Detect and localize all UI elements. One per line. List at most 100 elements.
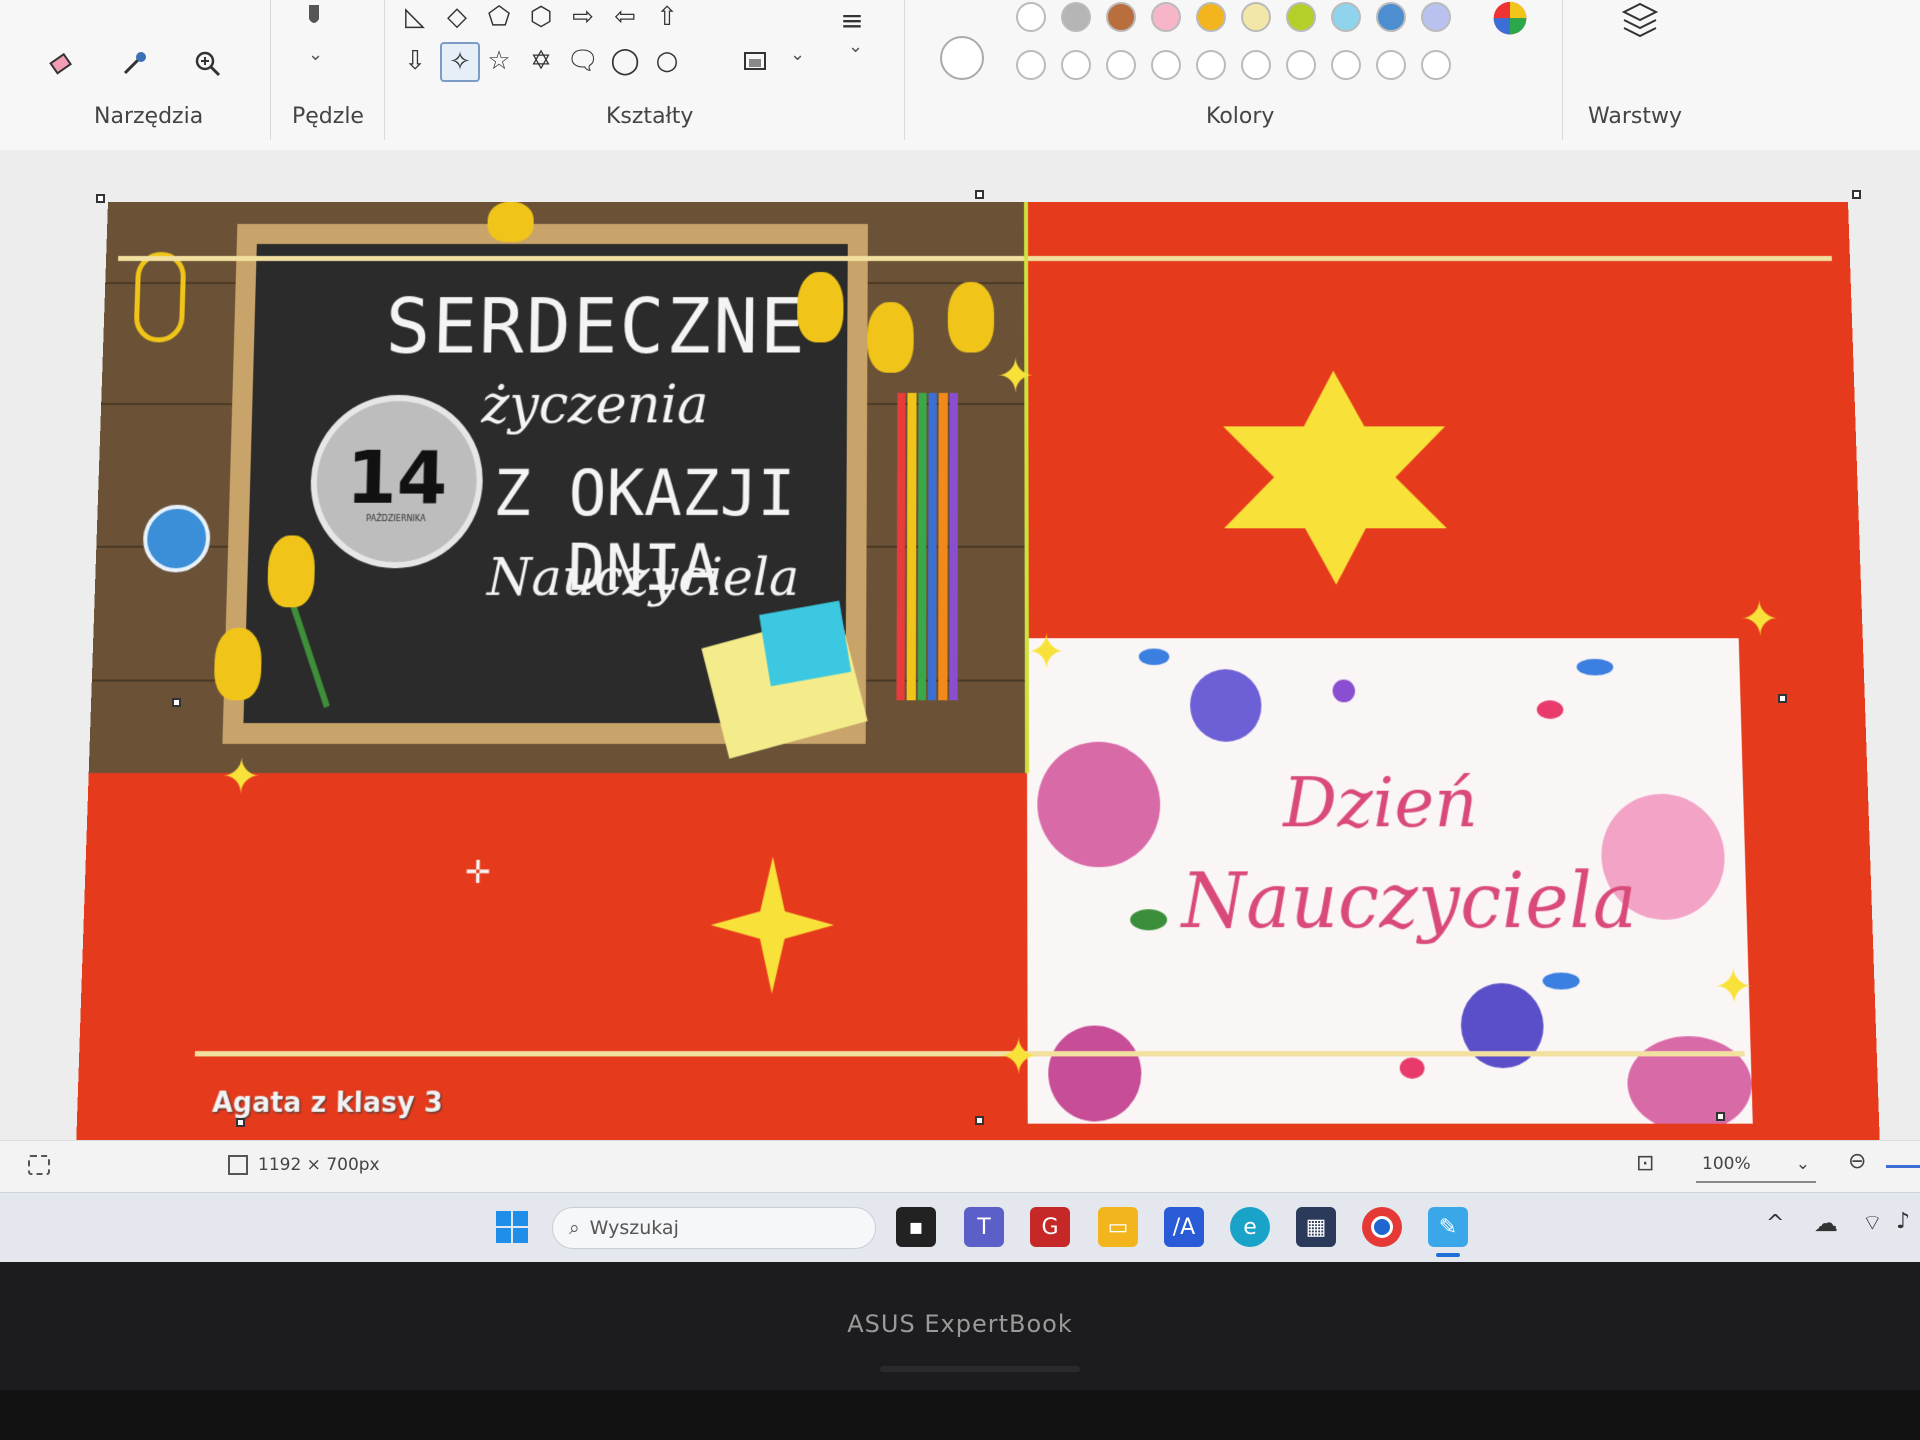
sparkle-icon: ✦ — [998, 1027, 1039, 1086]
magnifier-icon[interactable] — [188, 44, 228, 84]
tulip-decoration — [947, 282, 995, 353]
color-swatch[interactable] — [1106, 2, 1136, 32]
callout-oval-shape-icon[interactable]: ◯ — [608, 44, 642, 78]
zoom-out-icon[interactable]: ⊖ — [1848, 1149, 1866, 1174]
teams-icon[interactable]: T — [964, 1207, 1004, 1247]
tulip-decoration — [213, 627, 263, 701]
arrow-up-shape-icon[interactable]: ⇧ — [650, 0, 684, 34]
wifi-icon[interactable]: ⌔ — [1862, 1209, 1883, 1237]
edge-browser-icon[interactable]: e — [1230, 1207, 1270, 1247]
line-size-icon[interactable]: ≡ — [832, 0, 872, 40]
brush-icon[interactable] — [294, 0, 334, 40]
colors-group-label: Kolory — [1206, 104, 1275, 129]
petal-decoration — [1542, 972, 1580, 990]
color-swatch[interactable] — [1241, 2, 1271, 32]
canvas-dimensions: 1192 × 700px — [258, 1155, 380, 1175]
hexagon-shape-icon[interactable]: ⬡ — [524, 0, 558, 34]
color-swatch[interactable] — [1331, 2, 1361, 32]
pentagon-shape-icon[interactable]: ⬠ — [482, 0, 516, 34]
resize-handle[interactable] — [1778, 694, 1787, 703]
separator — [1562, 0, 1563, 140]
layers-icon[interactable] — [1620, 0, 1660, 40]
diamond-shape-icon[interactable]: ◇ — [440, 0, 474, 34]
color-swatch[interactable] — [1196, 50, 1226, 80]
resize-handle[interactable] — [975, 1116, 984, 1125]
signature-text[interactable]: Agata z klasy 3 — [212, 1087, 443, 1119]
resize-handle[interactable] — [236, 1118, 245, 1127]
color-swatch[interactable] — [1376, 50, 1406, 80]
size-dropdown-chevron-icon[interactable]: ⌄ — [848, 36, 863, 57]
right-triangle-shape-icon[interactable]: ◺ — [398, 0, 432, 34]
flower-decoration — [1626, 1036, 1753, 1124]
resize-handle[interactable] — [975, 190, 984, 199]
six-point-star-shape-icon[interactable]: ✡ — [524, 44, 558, 78]
zoom-slider[interactable] — [1886, 1165, 1920, 1168]
color-swatch[interactable] — [1016, 50, 1046, 80]
color-swatch[interactable] — [1421, 50, 1451, 80]
scissors-decoration — [133, 251, 187, 343]
eraser-icon[interactable] — [42, 44, 82, 84]
color-swatch[interactable] — [1151, 50, 1181, 80]
antivirus-shield-icon[interactable]: G — [1030, 1207, 1070, 1247]
laptop-brand-label: ASUS ExpertBook — [847, 1310, 1073, 1338]
canvas-area[interactable]: SERDECZNE życzenia Z OKAZJI DNIA Nauczyc… — [0, 150, 1920, 1150]
card-image[interactable]: SERDECZNE życzenia Z OKAZJI DNIA Nauczyc… — [75, 202, 1881, 1150]
status-bar: 1192 × 700px ⊡ 100% ⌄ ⊖ — [0, 1140, 1920, 1193]
zoom-dropdown[interactable]: 100% ⌄ — [1696, 1147, 1816, 1183]
color-swatch[interactable] — [1286, 2, 1316, 32]
onedrive-cloud-icon[interactable]: ☁ — [1814, 1209, 1838, 1237]
color-swatch[interactable] — [1376, 2, 1406, 32]
brush-dropdown-chevron-icon[interactable]: ⌄ — [308, 44, 323, 65]
paint-app-icon[interactable]: ✎ — [1428, 1207, 1468, 1247]
color-swatch[interactable] — [1061, 50, 1091, 80]
color-swatch[interactable] — [1196, 2, 1226, 32]
resize-handle[interactable] — [172, 698, 181, 707]
brushes-group-label: Pędzle — [292, 104, 364, 129]
volume-icon[interactable]: ♪ — [1896, 1209, 1910, 1234]
arrow-down-shape-icon[interactable]: ⇩ — [398, 44, 432, 78]
ribbon-toolbar: Narzędzia ⌄ Pędzle ◺ ◇ ⬠ ⬡ ⇨ ⇦ ⇧ ⇩ ✧ ☆ ✡… — [0, 0, 1920, 151]
file-explorer-folder-icon[interactable]: ▭ — [1098, 1207, 1138, 1247]
edit-colors-wheel-icon[interactable] — [1490, 0, 1530, 40]
six-point-star-shape[interactable] — [1218, 370, 1453, 585]
selection-icon[interactable] — [28, 1155, 50, 1175]
resize-handle[interactable] — [1716, 1112, 1725, 1121]
myasus-icon[interactable]: /A — [1164, 1207, 1204, 1247]
screen: Narzędzia ⌄ Pędzle ◺ ◇ ⬠ ⬡ ⇨ ⇦ ⇧ ⇩ ✧ ☆ ✡… — [0, 0, 1920, 1262]
secondary-color-swatch[interactable] — [940, 36, 984, 80]
color-picker-icon[interactable] — [114, 44, 154, 84]
separator — [270, 0, 271, 140]
resize-handle[interactable] — [96, 194, 105, 203]
color-swatch[interactable] — [1421, 2, 1451, 32]
search-icon: ⌕ — [569, 1217, 580, 1239]
arrow-left-shape-icon[interactable]: ⇦ — [608, 0, 642, 34]
color-swatch[interactable] — [1241, 50, 1271, 80]
color-swatch[interactable] — [1106, 50, 1136, 80]
show-hidden-icons-chevron-icon[interactable]: ^ — [1766, 1211, 1784, 1236]
color-swatch[interactable] — [1286, 50, 1316, 80]
resize-handle[interactable] — [1852, 190, 1861, 199]
five-point-star-shape-icon[interactable]: ☆ — [482, 44, 516, 78]
color-swatch[interactable] — [1061, 2, 1091, 32]
shapes-group-label: Kształty — [606, 104, 694, 129]
chrome-browser-icon[interactable] — [1362, 1207, 1402, 1247]
vertical-divider — [1024, 202, 1030, 774]
task-view-icon[interactable]: ▪ — [896, 1207, 936, 1247]
fill-bucket-icon[interactable] — [736, 42, 776, 82]
callout-rect-shape-icon[interactable]: 🗨 — [566, 44, 600, 78]
store-icon[interactable]: ▦ — [1296, 1207, 1336, 1247]
chalk-line-4: Nauczyciela — [486, 547, 800, 608]
sparkle-icon: ✦ — [996, 348, 1035, 404]
tulip-decoration — [797, 272, 844, 343]
four-point-star-shape-icon[interactable]: ✧ — [440, 42, 480, 82]
color-swatch[interactable] — [1151, 2, 1181, 32]
color-swatch[interactable] — [1331, 50, 1361, 80]
fit-to-window-icon[interactable]: ⊡ — [1636, 1151, 1654, 1176]
four-point-star-shape[interactable] — [710, 856, 835, 994]
fill-dropdown-chevron-icon[interactable]: ⌄ — [790, 44, 805, 65]
color-swatch[interactable] — [1016, 2, 1046, 32]
windows-start-icon[interactable] — [492, 1207, 532, 1247]
callout-cloud-shape-icon[interactable]: ○ — [650, 44, 684, 78]
arrow-right-shape-icon[interactable]: ⇨ — [566, 0, 600, 34]
taskbar-search[interactable]: ⌕ Wyszukaj — [552, 1207, 876, 1249]
